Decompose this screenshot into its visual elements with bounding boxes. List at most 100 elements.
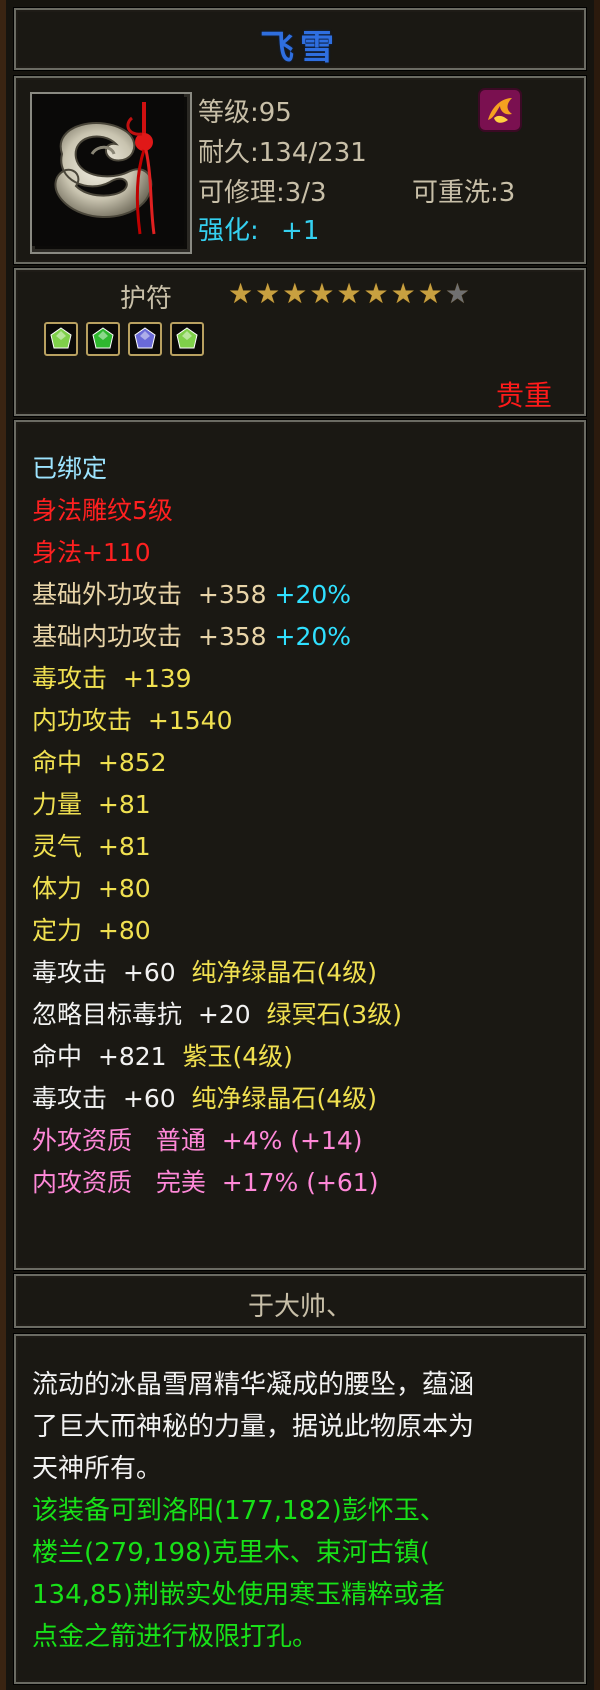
gem-attributes: 毒攻击 +60 纯净绿晶石(4级) 忽略目标毒抗 +20 绿冥石(3级) 命中 +8… [32, 952, 402, 1120]
hint-line: 该装备可到洛阳(177,182)彭怀玉、 [32, 1496, 446, 1526]
attribute-value: +80 [97, 916, 151, 945]
attribute-value: +81 [97, 832, 151, 861]
jade-pendant-icon [32, 94, 184, 246]
attribute-label: 基础内功攻击 [32, 622, 198, 651]
quality-value: 外攻资质 普通 +4% (+14) [32, 1126, 363, 1155]
maker-panel: 于大帅、 [14, 1274, 586, 1328]
star-rating: ★ ★ ★ ★ ★ ★ ★ ★ ★ [228, 280, 470, 308]
item-name: 飞雪 [260, 28, 340, 68]
bound-status: 已绑定 [32, 454, 108, 483]
attribute-value: +81 [97, 790, 151, 819]
attribute-row: 命中 +852 [32, 742, 402, 784]
gem-name: 绿冥石(3级) [266, 1000, 402, 1029]
attribute-value: +139 [122, 664, 192, 693]
quality-value: 内攻资质 完美 +17% (+61) [32, 1168, 379, 1197]
star-filled-icon: ★ [417, 277, 443, 310]
gem-attribute-row: 毒攻击 +60 纯净绿晶石(4级) [32, 1078, 402, 1120]
enhance-label: 强化: [198, 216, 259, 246]
hint-line: 点金之箭进行极限打孔。 [32, 1622, 319, 1652]
description-panel: 流动的冰晶雪屑精华凝成的腰坠，蕴涵 了巨大而神秘的力量，据说此物原本为 天神所有… [14, 1334, 586, 1684]
attribute-value: +358 [197, 622, 267, 651]
gem-attribute-value: 毒攻击 +60 [32, 1084, 192, 1113]
quality-row: 外攻资质 普通 +4% (+14) [32, 1120, 402, 1162]
item-level: 等级:95 [198, 98, 292, 128]
agility-attribute: 身法+110 [32, 538, 151, 567]
lore-line: 流动的冰晶雪屑精华凝成的腰坠，蕴涵 [32, 1370, 475, 1400]
hint-line: 134,85)荆嵌实处使用寒玉精粹或者 [32, 1580, 446, 1610]
attribute-bonus: +20% [266, 622, 352, 651]
purple-gem-icon [134, 327, 156, 349]
item-durability: 耐久:134/231 [198, 138, 367, 168]
hint-line: 楼兰(279,198)克里木、束河古镇( [32, 1538, 430, 1568]
attribute-row: 定力 +80 [32, 910, 402, 952]
green-gem-icon [50, 327, 72, 349]
item-rewash-count: 可重洗:3 [412, 178, 516, 208]
gem-slot[interactable] [170, 322, 204, 356]
attribute-value: +80 [97, 874, 151, 903]
gem-attribute-value: 忽略目标毒抗 +20 [32, 1000, 267, 1029]
quality-row: 内攻资质 完美 +17% (+61) [32, 1162, 402, 1204]
attribute-row: 毒攻击 +139 [32, 658, 402, 700]
star-filled-icon: ★ [255, 277, 281, 310]
item-type: 护符 [120, 284, 173, 314]
attribute-value: +358 [197, 580, 267, 609]
maker-name: 于大帅、 [247, 1292, 352, 1322]
attribute-label: 灵气 [32, 832, 98, 861]
quality-attributes: 外攻资质 普通 +4% (+14) 内攻资质 完美 +17% (+61) [32, 1120, 402, 1204]
attribute-bonus: +20% [266, 580, 352, 609]
attribute-value: +1540 [147, 706, 233, 735]
attribute-label: 基础外功攻击 [32, 580, 198, 609]
star-filled-icon: ★ [336, 277, 362, 310]
gem-attribute-value: 毒攻击 +60 [32, 958, 192, 987]
gem-attribute-row: 命中 +821 紫玉(4级) [32, 1036, 402, 1078]
gem-slot[interactable] [86, 322, 120, 356]
gem-name: 紫玉(4级) [182, 1042, 293, 1071]
base-attributes: 基础外功攻击 +358 +20% 基础内功攻击 +358 +20% 毒攻击 +139… [32, 574, 402, 952]
attributes-panel: 已绑定 身法雕纹5级 身法+110 基础外功攻击 +358 +20% 基础内功攻击… [14, 420, 586, 1270]
gem-slots [44, 322, 204, 356]
type-panel: 护符 ★ ★ ★ ★ ★ ★ ★ ★ ★ 贵重 [14, 268, 586, 416]
green-leaf-gem-icon [92, 327, 114, 349]
gem-slot[interactable] [44, 322, 78, 356]
item-enhance: 强化: +1 [198, 210, 319, 247]
attribute-list: 已绑定 身法雕纹5级 身法+110 基础外功攻击 +358 +20% 基础内功攻击… [32, 448, 402, 1204]
star-empty-icon: ★ [444, 277, 470, 310]
lore-line: 了巨大而神秘的力量，据说此物原本为 [32, 1412, 475, 1442]
item-icon-frame[interactable] [30, 92, 192, 254]
item-tooltip: 飞雪 等级:95 耐久:134/231 可修理:3/3 可重洗:3 强化: +1… [0, 0, 600, 1690]
attribute-label: 定力 [32, 916, 98, 945]
attribute-label: 命中 [32, 748, 98, 777]
info-panel: 等级:95 耐久:134/231 可修理:3/3 可重洗:3 强化: +1 [14, 76, 586, 264]
description-text: 流动的冰晶雪屑精华凝成的腰坠，蕴涵 了巨大而神秘的力量，据说此物原本为 天神所有… [32, 1364, 568, 1658]
gem-name: 纯净绿晶石(4级) [191, 958, 377, 987]
school-emblem-icon [478, 88, 522, 132]
attribute-row: 灵气 +81 [32, 826, 402, 868]
gem-attribute-row: 毒攻击 +60 纯净绿晶石(4级) [32, 952, 402, 994]
attribute-row: 基础内功攻击 +358 +20% [32, 616, 402, 658]
attribute-label: 毒攻击 [32, 664, 123, 693]
attribute-row: 力量 +81 [32, 784, 402, 826]
green-gem-icon [176, 327, 198, 349]
star-filled-icon: ★ [309, 277, 335, 310]
enhance-value: +1 [281, 216, 320, 246]
carve-attribute: 身法雕纹5级 [32, 496, 173, 525]
gem-name: 纯净绿晶石(4级) [191, 1084, 377, 1113]
title-panel: 飞雪 [14, 8, 586, 70]
item-repair-count: 可修理:3/3 [198, 178, 327, 208]
star-filled-icon: ★ [390, 277, 416, 310]
attribute-label: 内功攻击 [32, 706, 148, 735]
attribute-label: 力量 [32, 790, 98, 819]
gem-attribute-value: 命中 +821 [32, 1042, 183, 1071]
gem-attribute-row: 忽略目标毒抗 +20 绿冥石(3级) [32, 994, 402, 1036]
attribute-label: 体力 [32, 874, 98, 903]
attribute-row: 基础外功攻击 +358 +20% [32, 574, 402, 616]
rarity-label: 贵重 [495, 379, 552, 412]
gem-slot[interactable] [128, 322, 162, 356]
star-filled-icon: ★ [363, 277, 389, 310]
lore-line: 天神所有。 [32, 1454, 163, 1484]
star-filled-icon: ★ [282, 277, 308, 310]
attribute-row: 体力 +80 [32, 868, 402, 910]
attribute-row: 内功攻击 +1540 [32, 700, 402, 742]
star-filled-icon: ★ [228, 277, 254, 310]
attribute-value: +852 [97, 748, 167, 777]
